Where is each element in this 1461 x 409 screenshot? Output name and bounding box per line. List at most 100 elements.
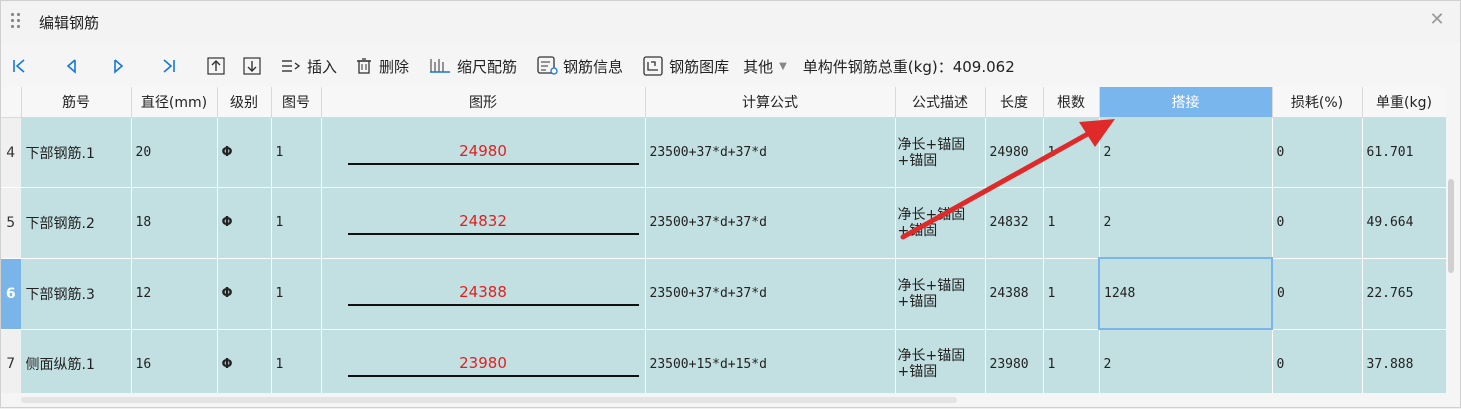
- table-row[interactable]: 5 下部钢筋.2 18 Φ 1 24832 23500+37*d+37*d 净长+锚固+锚固 2…: [1, 187, 1446, 259]
- rebar-library-label: 钢筋图库: [669, 57, 730, 76]
- shape-length-label: 24980: [459, 142, 507, 160]
- table-row[interactable]: 7 侧面纵筋.1 16 Φ 1 23980 23500+15*d+15*d 净长+锚固+锚固 2…: [1, 329, 1446, 393]
- rebar-name-cell[interactable]: 侧面纵筋.1: [21, 329, 132, 393]
- unit-weight-cell[interactable]: 49.664: [1362, 187, 1446, 259]
- horizontal-scrollbar[interactable]: [21, 397, 957, 403]
- first-record-icon[interactable]: [7, 52, 31, 80]
- shape-cell[interactable]: 24832: [321, 187, 646, 259]
- column-header-selected[interactable]: 搭接: [1099, 87, 1273, 118]
- rebar-name-cell[interactable]: 下部钢筋.2: [21, 187, 132, 259]
- grade-cell[interactable]: Φ: [217, 258, 272, 330]
- row-number-header: [1, 87, 22, 118]
- figure-number-cell[interactable]: 1: [271, 117, 322, 188]
- grade-cell[interactable]: Φ: [217, 117, 272, 188]
- table-header-row: 筋号 直径(mm) 级别 图号 图形 计算公式 公式描述 长度 根数 搭接 损耗…: [1, 87, 1446, 118]
- figure-number-cell[interactable]: 1: [271, 329, 322, 393]
- vertical-scrollbar[interactable]: [1448, 179, 1454, 273]
- last-record-icon[interactable]: [157, 52, 181, 80]
- length-cell[interactable]: 24388: [985, 258, 1044, 330]
- chevron-down-icon: ▼: [779, 60, 787, 72]
- table-row[interactable]: 6 下部钢筋.3 12 Φ 1 24388 23500+37*d+37*d 净长+锚固+锚固 2…: [1, 257, 1446, 330]
- formula-desc-cell[interactable]: 净长+锚固+锚固: [895, 258, 986, 330]
- info-list-icon: [537, 56, 558, 75]
- formula-desc-cell[interactable]: 净长+锚固+锚固: [895, 187, 986, 259]
- row-number[interactable]: 4: [1, 117, 22, 188]
- unit-weight-cell[interactable]: 61.701: [1362, 117, 1446, 188]
- column-header[interactable]: 损耗(%): [1272, 87, 1363, 118]
- grade-cell[interactable]: Φ: [217, 329, 272, 393]
- drag-grip-icon[interactable]: [11, 13, 21, 31]
- lap-cell-editing[interactable]: 1248: [1098, 257, 1273, 330]
- move-up-icon[interactable]: [203, 52, 229, 80]
- lap-cell[interactable]: 2: [1099, 329, 1273, 393]
- row-number[interactable]: 6: [1, 258, 22, 330]
- scale-rebar-button[interactable]: 缩尺配筋: [425, 52, 521, 80]
- unit-weight-cell[interactable]: 22.765: [1362, 258, 1446, 330]
- diameter-cell[interactable]: 16: [131, 329, 218, 393]
- loss-cell[interactable]: 0: [1272, 329, 1363, 393]
- shape-cell[interactable]: 24388: [321, 258, 646, 330]
- close-icon[interactable]: ✕: [1428, 11, 1446, 29]
- length-cell[interactable]: 23980: [985, 329, 1044, 393]
- ruler-icon: [430, 59, 451, 73]
- unit-weight-cell[interactable]: 37.888: [1362, 329, 1446, 393]
- rebar-line: [347, 233, 639, 236]
- rebar-table: 筋号 直径(mm) 级别 图号 图形 计算公式 公式描述 长度 根数 搭接 损耗…: [1, 87, 1446, 393]
- insert-button[interactable]: 插入: [277, 52, 341, 80]
- column-header[interactable]: 单重(kg): [1362, 87, 1446, 118]
- rebar-shape-diagram: 24980: [322, 118, 645, 187]
- column-header[interactable]: 计算公式: [645, 87, 896, 118]
- formula-cell[interactable]: 23500+15*d+15*d: [645, 329, 896, 393]
- shape-cell[interactable]: 24980: [321, 117, 646, 188]
- lap-cell[interactable]: 2: [1099, 117, 1273, 188]
- length-cell[interactable]: 24980: [985, 117, 1044, 188]
- delete-button[interactable]: 删除: [351, 52, 413, 80]
- count-cell[interactable]: 1: [1043, 258, 1100, 330]
- count-cell[interactable]: 1: [1043, 187, 1100, 259]
- formula-desc-cell[interactable]: 净长+锚固+锚固: [895, 117, 986, 188]
- rebar-line: [347, 374, 639, 377]
- figure-number-cell[interactable]: 1: [271, 187, 322, 259]
- column-header[interactable]: 级别: [217, 87, 272, 118]
- rebar-info-button[interactable]: 钢筋信息: [533, 52, 627, 80]
- rebar-name-cell[interactable]: 下部钢筋.3: [21, 258, 132, 330]
- column-header[interactable]: 长度: [985, 87, 1044, 118]
- rebar-library-button[interactable]: 钢筋图库: [639, 52, 733, 80]
- formula-cell[interactable]: 23500+37*d+37*d: [645, 258, 896, 330]
- loss-cell[interactable]: 0: [1272, 258, 1363, 330]
- length-cell[interactable]: 24832: [985, 187, 1044, 259]
- column-header[interactable]: 直径(mm): [131, 87, 218, 118]
- diameter-cell[interactable]: 20: [131, 117, 218, 188]
- column-header[interactable]: 筋号: [21, 87, 132, 118]
- column-header[interactable]: 图形: [321, 87, 646, 118]
- trash-icon: [357, 58, 372, 74]
- column-header[interactable]: 图号: [271, 87, 322, 118]
- grade-cell[interactable]: Φ: [217, 187, 272, 259]
- previous-record-icon[interactable]: [59, 52, 83, 80]
- next-record-icon[interactable]: [107, 52, 131, 80]
- other-dropdown[interactable]: 其他 ▼: [739, 52, 791, 80]
- rebar-line: [347, 163, 639, 165]
- lap-cell[interactable]: 2: [1099, 187, 1273, 259]
- count-cell[interactable]: 1: [1043, 329, 1100, 393]
- row-number[interactable]: 5: [1, 187, 22, 259]
- title-bar[interactable]: 编辑钢筋 ✕: [1, 1, 1460, 43]
- diameter-cell[interactable]: 12: [131, 258, 218, 330]
- figure-number-cell[interactable]: 1: [271, 258, 322, 330]
- loss-cell[interactable]: 0: [1272, 187, 1363, 259]
- count-cell[interactable]: 1: [1043, 117, 1100, 188]
- window-title: 编辑钢筋: [39, 14, 100, 32]
- row-number[interactable]: 7: [1, 329, 22, 393]
- formula-cell[interactable]: 23500+37*d+37*d: [645, 187, 896, 259]
- other-label: 其他: [743, 57, 774, 76]
- column-header[interactable]: 根数: [1043, 87, 1100, 118]
- formula-desc-cell[interactable]: 净长+锚固+锚固: [895, 329, 986, 393]
- column-header[interactable]: 公式描述: [895, 87, 986, 118]
- shape-cell[interactable]: 23980: [321, 329, 646, 393]
- table-row[interactable]: 4 下部钢筋.1 20 Φ 1 24980 23500+37*d+37*d 净长+锚固+锚固 2…: [1, 117, 1446, 188]
- loss-cell[interactable]: 0: [1272, 117, 1363, 188]
- formula-cell[interactable]: 23500+37*d+37*d: [645, 117, 896, 188]
- move-down-icon[interactable]: [239, 52, 265, 80]
- rebar-name-cell[interactable]: 下部钢筋.1: [21, 117, 132, 188]
- diameter-cell[interactable]: 18: [131, 187, 218, 259]
